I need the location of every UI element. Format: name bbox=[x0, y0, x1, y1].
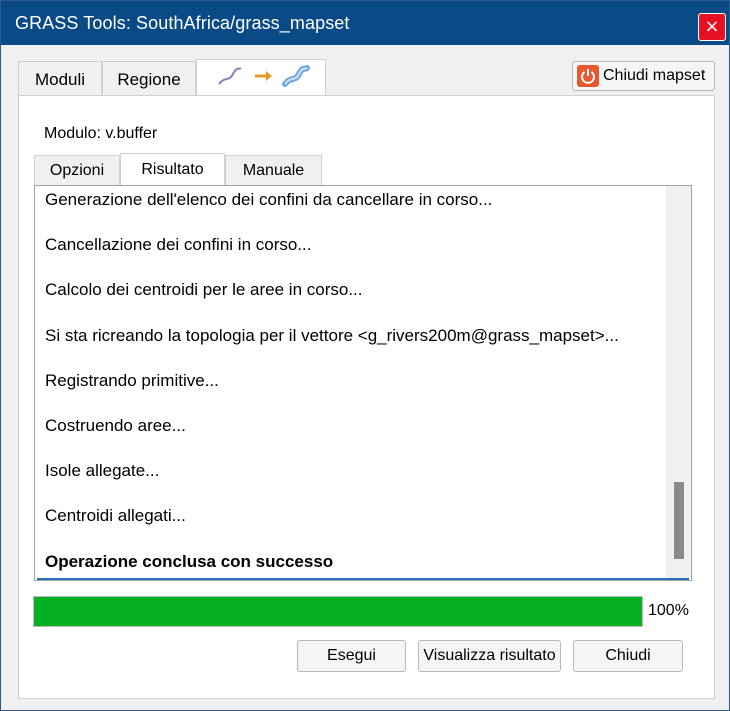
tab-moduli[interactable]: Moduli bbox=[18, 61, 102, 95]
run-button[interactable]: Esegui bbox=[297, 640, 406, 672]
tab-opzioni[interactable]: Opzioni bbox=[34, 155, 120, 185]
tab-manuale[interactable]: Manuale bbox=[225, 155, 322, 185]
output-line: Si sta ricreando la topologia per il vet… bbox=[45, 325, 619, 345]
dialog-content: Moduli Regione Chiudi mapset Modulo: v.b… bbox=[6, 45, 724, 706]
close-mapset-button[interactable]: Chiudi mapset bbox=[572, 61, 715, 91]
output-line: Centroidi allegati... bbox=[45, 506, 186, 526]
window-title: GRASS Tools: SouthAfrica/grass_mapset bbox=[15, 13, 350, 33]
tab-risultato[interactable]: Risultato bbox=[120, 153, 225, 185]
output-line: Operazione conclusa con successo bbox=[45, 551, 334, 571]
output-scrollbar[interactable] bbox=[666, 186, 691, 578]
progress-fill bbox=[34, 597, 642, 626]
output-line: Generazione dell'elenco dei confini da c… bbox=[45, 190, 493, 209]
output-console[interactable]: Generazione dell'elenco dei confini da c… bbox=[34, 185, 692, 581]
close-icon: × bbox=[704, 16, 720, 37]
close-button[interactable]: Chiudi bbox=[573, 640, 683, 672]
output-text-area[interactable]: Generazione dell'elenco dei confini da c… bbox=[37, 186, 667, 578]
window-close-button[interactable]: × bbox=[698, 13, 726, 41]
progress-percent: 100% bbox=[648, 602, 689, 619]
scrollbar-thumb[interactable] bbox=[674, 482, 684, 559]
progress-bar bbox=[33, 596, 643, 627]
output-line: Cancellazione dei confini in corso... bbox=[45, 235, 312, 255]
close-mapset-label: Chiudi mapset bbox=[603, 67, 706, 84]
output-line: Isole allegate... bbox=[45, 461, 160, 481]
output-line: Calcolo dei centroidi per le aree in cor… bbox=[45, 280, 363, 300]
module-name: Modulo: v.buffer bbox=[44, 125, 158, 142]
view-result-button[interactable]: Visualizza risultato bbox=[418, 640, 561, 672]
tab-history[interactable] bbox=[196, 59, 326, 95]
output-line: Costruendo aree... bbox=[45, 416, 186, 435]
title-bar[interactable]: GRASS Tools: SouthAfrica/grass_mapset × bbox=[1, 1, 729, 45]
power-icon bbox=[577, 65, 599, 87]
rivers-to-buffer-icon bbox=[218, 65, 310, 87]
tab-regione[interactable]: Regione bbox=[102, 61, 196, 95]
grass-tools-window: GRASS Tools: SouthAfrica/grass_mapset × … bbox=[0, 0, 730, 711]
focus-underline bbox=[37, 578, 689, 580]
output-line: Registrando primitive... bbox=[45, 370, 219, 390]
